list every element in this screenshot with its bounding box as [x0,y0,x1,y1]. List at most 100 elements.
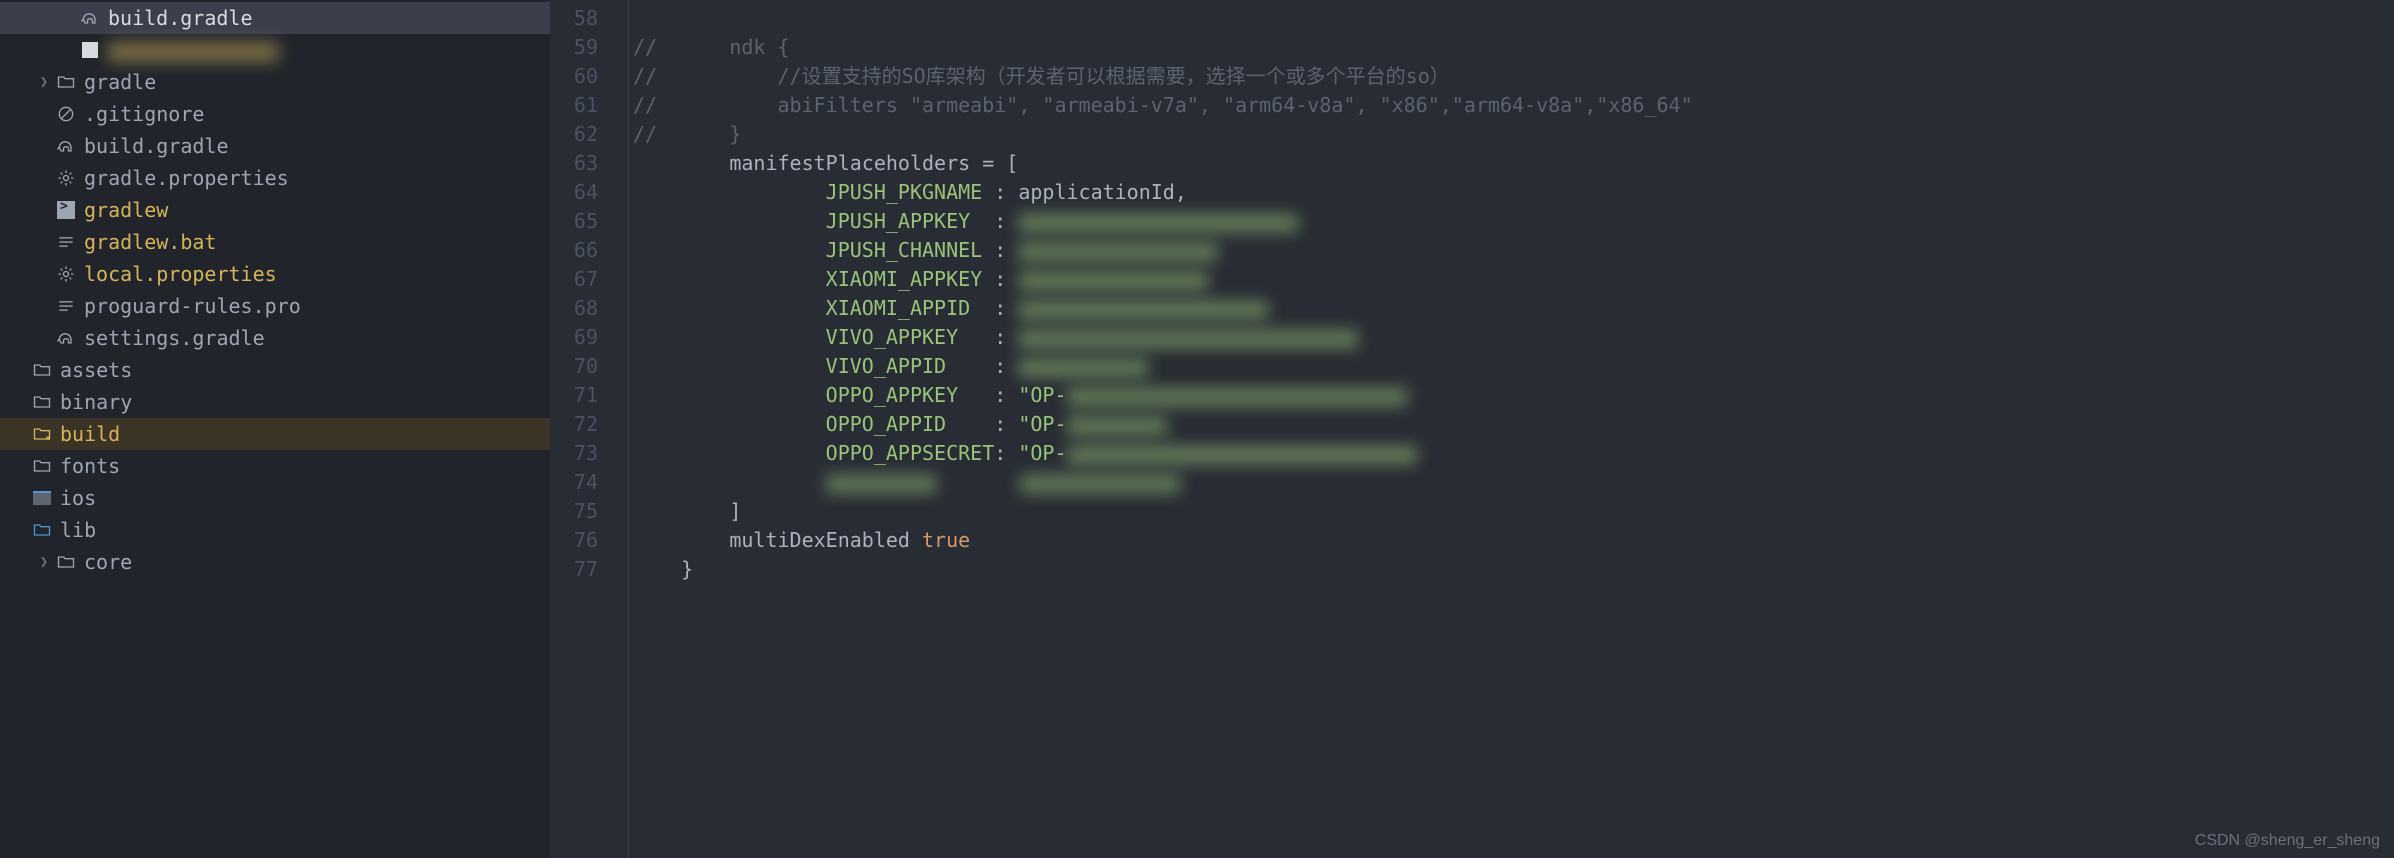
folder-icon [30,456,54,476]
code-line[interactable]: VIVO_APPKEY : [633,323,2394,352]
code-line[interactable]: // //设置支持的SO库架构（开发者可以根据需要，选择一个或多个平台的so） [633,62,2394,91]
code-line[interactable]: manifestPlaceholders = [ [633,149,2394,178]
line-number: 73 [550,439,618,468]
tree-item-label: assets [60,358,132,382]
line-number: 64 [550,178,618,207]
tree-item-settings.gradle[interactable]: settings.gradle [0,322,550,354]
tree-item-gradlew[interactable]: gradlew [0,194,550,226]
gear-icon [54,264,78,284]
code-line[interactable]: JPUSH_APPKEY : [633,207,2394,236]
tree-item-label: gradlew.bat [84,230,216,254]
tree-item-label: binary [60,390,132,414]
code-line[interactable]: JPUSH_CHANNEL : [633,236,2394,265]
line-number: 75 [550,497,618,526]
line-number: 65 [550,207,618,236]
code-line[interactable]: OPPO_APPKEY : "OP- [633,381,2394,410]
line-number: 59 [550,33,618,62]
file-tree-sidebar: build.gradle ❯ gradle .gitignore build.gradl… [0,0,550,858]
code-line[interactable]: ] [633,497,2394,526]
line-number: 63 [550,149,618,178]
code-line[interactable]: // } [633,120,2394,149]
line-number: 71 [550,381,618,410]
tree-item-label: build [60,422,120,446]
tree-item-local.properties[interactable]: local.properties [0,258,550,290]
line-number: 70 [550,352,618,381]
tree-item-label: gradle [84,70,156,94]
tree-item-label: settings.gradle [84,326,265,350]
tree-item-label [108,38,278,62]
line-number: 74 [550,468,618,497]
watermark: CSDN @sheng_er_sheng [2195,832,2380,850]
tree-item-assets[interactable]: assets [0,354,550,386]
tree-item-proguard-rules.pro[interactable]: proguard-rules.pro [0,290,550,322]
code-line[interactable]: JPUSH_PKGNAME : applicationId, [633,178,2394,207]
folder-icon [30,360,54,380]
tree-item-ios[interactable]: ios [0,482,550,514]
tree-item-label: ios [60,486,96,510]
line-number: 62 [550,120,618,149]
disk-icon [30,491,54,505]
tree-item-label: build.gradle [84,134,229,158]
code-line[interactable]: OPPO_APPSECRET: "OP- [633,439,2394,468]
code-line[interactable]: multiDexEnabled true [633,526,2394,555]
square-icon [78,42,102,58]
line-number: 76 [550,526,618,555]
tree-item-gradle[interactable]: ❯ gradle [0,66,550,98]
folder-icon [54,552,78,572]
tree-item-label: gradle.properties [84,166,289,190]
chevron-icon: ❯ [34,554,54,570]
tree-item-blurred[interactable] [0,34,550,66]
tree-item-.gitignore[interactable]: .gitignore [0,98,550,130]
code-content[interactable]: // ndk {// //设置支持的SO库架构（开发者可以根据需要，选择一个或多… [629,0,2394,858]
tree-item-label: gradlew [84,198,168,222]
code-line[interactable]: VIVO_APPID : [633,352,2394,381]
tree-item-label: core [84,550,132,574]
line-number: 68 [550,294,618,323]
lines-icon [54,296,78,316]
line-number: 58 [550,4,618,33]
code-line[interactable]: XIAOMI_APPID : [633,294,2394,323]
code-line[interactable]: XIAOMI_APPKEY : [633,265,2394,294]
line-number: 77 [550,555,618,584]
tree-item-label: local.properties [84,262,277,286]
code-line[interactable] [633,468,2394,497]
code-line[interactable] [633,4,2394,33]
gear-icon [54,168,78,188]
tree-item-label: lib [60,518,96,542]
line-number: 72 [550,410,618,439]
folder-icon [54,72,78,92]
line-number: 60 [550,62,618,91]
terminal-icon [54,201,78,219]
tree-item-fonts[interactable]: fonts [0,450,550,482]
tree-item-build[interactable]: build [0,418,550,450]
folder-orange-icon [30,424,54,444]
code-line[interactable]: } [633,555,2394,584]
elephant-icon [54,136,78,156]
tree-item-core[interactable]: ❯ core [0,546,550,578]
code-line[interactable]: // abiFilters "armeabi", "armeabi-v7a", … [633,91,2394,120]
tree-item-build.gradle[interactable]: build.gradle [0,130,550,162]
code-line[interactable]: OPPO_APPID : "OP- [633,410,2394,439]
tree-item-gradlew.bat[interactable]: gradlew.bat [0,226,550,258]
code-editor: 5859606162636465666768697071727374757677… [550,0,2394,858]
elephant-icon [54,328,78,348]
tree-item-label: build.gradle [108,6,253,30]
folder-icon [30,392,54,412]
folder-blue-icon [30,520,54,540]
tree-item-label: fonts [60,454,120,478]
line-number-gutter: 5859606162636465666768697071727374757677 [550,0,618,858]
tree-item-binary[interactable]: binary [0,386,550,418]
circle-slash-icon [54,104,78,124]
line-number: 67 [550,265,618,294]
tree-item-label: .gitignore [84,102,204,126]
tree-item-label: proguard-rules.pro [84,294,301,318]
tree-item-gradle.properties[interactable]: gradle.properties [0,162,550,194]
chevron-icon: ❯ [34,74,54,90]
lines-icon [54,232,78,252]
line-number: 66 [550,236,618,265]
elephant-icon [78,8,102,28]
tree-item-lib[interactable]: lib [0,514,550,546]
tree-item-build.gradle[interactable]: build.gradle [0,2,550,34]
code-line[interactable]: // ndk { [633,33,2394,62]
line-number: 61 [550,91,618,120]
